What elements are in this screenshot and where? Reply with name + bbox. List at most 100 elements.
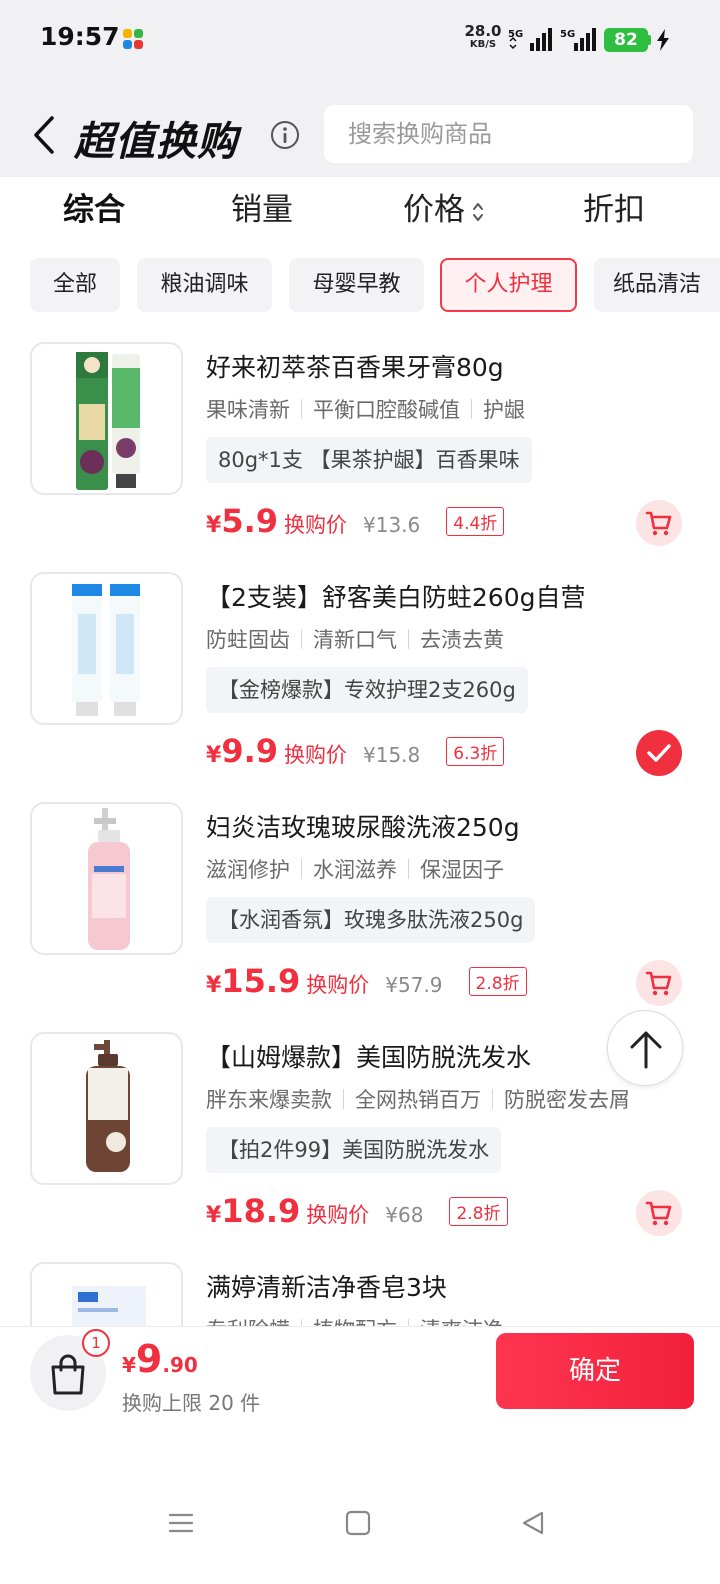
swap-limit-text: 换购上限 20 件 xyxy=(122,1391,261,1415)
sort-tab-sales[interactable]: 销量 xyxy=(224,188,300,232)
app-notification-icon xyxy=(123,29,143,49)
header-area: 19:57 28.0 KB/S 5G 5G 82 超值换购 搜索换购商品 xyxy=(0,0,720,177)
shampoo-bottle-image xyxy=(86,1040,130,1172)
product-tag: 去渍去黄 xyxy=(420,628,504,652)
discount-badge: 2.8折 xyxy=(449,1197,508,1226)
back-arrow-icon[interactable] xyxy=(30,114,60,156)
search-input[interactable] xyxy=(324,105,693,163)
toothpaste-image xyxy=(72,584,140,716)
home-icon[interactable] xyxy=(343,1508,373,1538)
sort-arrows-icon xyxy=(473,202,483,221)
arrow-up-icon xyxy=(630,1031,662,1069)
product-image[interactable] xyxy=(30,1262,183,1326)
system-nav-bar xyxy=(0,1490,720,1560)
product-image[interactable] xyxy=(30,572,183,725)
product-item[interactable]: 妇炎洁玫瑰玻尿酸洗液250g 滋润修护 水润滋养 保湿因子 【水润香氛】玫瑰多肽… xyxy=(0,802,720,1032)
checkout-bar: 1 ¥9.90 换购上限 20 件 确定 xyxy=(0,1326,720,1436)
product-title: 好来初萃茶百香果牙膏80g xyxy=(206,353,504,382)
cart-icon xyxy=(645,971,672,996)
info-icon[interactable] xyxy=(269,119,301,151)
product-image[interactable] xyxy=(30,802,183,955)
selected-check-button[interactable] xyxy=(636,730,682,776)
cart-icon xyxy=(645,1201,672,1226)
soap-box-image xyxy=(72,1286,146,1326)
original-price: ¥13.6 xyxy=(363,513,421,537)
product-tag: 水润滋养 xyxy=(313,858,397,882)
original-price: ¥57.9 xyxy=(385,973,443,997)
product-tag: 防蛀固齿 xyxy=(206,628,290,652)
product-tag: 保湿因子 xyxy=(420,858,504,882)
add-to-cart-button[interactable] xyxy=(636,500,682,546)
sort-tab-discount[interactable]: 折扣 xyxy=(576,188,652,232)
svg-text:5G: 5G xyxy=(560,29,575,40)
product-tag: 清爽洁净 xyxy=(420,1314,504,1326)
category-chip-all[interactable]: 全部 xyxy=(30,258,120,312)
product-tag: 全网热销百万 xyxy=(355,1088,481,1112)
sort-tab-price[interactable]: 价格 xyxy=(396,188,492,232)
discount-badge: 6.3折 xyxy=(446,737,505,766)
sort-tab-price-label: 价格 xyxy=(403,192,465,228)
category-chip-mother-baby[interactable]: 母婴早教 xyxy=(289,258,424,312)
search-box[interactable] xyxy=(324,105,693,163)
category-chip-paper-cleaning[interactable]: 纸品清洁 xyxy=(594,258,720,312)
back-icon[interactable] xyxy=(518,1508,548,1538)
product-tag: 果味清新 xyxy=(206,398,290,422)
product-price-row: ¥ 15.9 换购价 ¥57.9 2.8折 xyxy=(206,962,527,1002)
currency-symbol: ¥ xyxy=(206,1203,222,1228)
category-chip-personal-care[interactable]: 个人护理 xyxy=(440,258,577,312)
product-item[interactable]: 满婷清新洁净香皂3块 专利除螨 植物配方 清爽洁净 xyxy=(0,1262,720,1326)
discount-badge: 2.8折 xyxy=(468,967,527,996)
product-tag: 护龈 xyxy=(483,398,525,422)
page-title: 超值换购 xyxy=(74,119,238,165)
product-spec: 【水润香氛】玫瑰多肽洗液250g xyxy=(206,897,536,943)
swap-price-label: 换购价 xyxy=(306,973,370,997)
product-tag: 清新口气 xyxy=(313,628,397,652)
original-price: ¥68 xyxy=(385,1203,424,1227)
product-title: 满婷清新洁净香皂3块 xyxy=(206,1273,447,1302)
toothpaste-image xyxy=(76,352,140,490)
checkmark-icon xyxy=(647,744,671,762)
product-spec: 【金榜爆款】专效护理2支260g xyxy=(206,667,528,713)
lotion-bottle-image xyxy=(88,808,130,950)
product-price: 15.9 xyxy=(221,962,301,1000)
svg-text:5G: 5G xyxy=(508,29,523,40)
cart-icon xyxy=(645,511,672,536)
product-image[interactable] xyxy=(30,342,183,495)
menu-icon[interactable] xyxy=(166,1508,196,1538)
signal-5g-icon: 5G xyxy=(560,28,596,51)
product-tag: 植物配方 xyxy=(313,1314,397,1326)
back-to-top-button[interactable] xyxy=(607,1010,683,1086)
product-tags: 果味清新 平衡口腔酸碱值 护龈 xyxy=(206,394,525,424)
product-tags: 滋润修护 水润滋养 保湿因子 xyxy=(206,854,504,884)
cart-count-badge: 1 xyxy=(82,1329,110,1357)
product-title: 【山姆爆款】美国防脱洗发水 xyxy=(206,1043,532,1072)
swap-price-label: 换购价 xyxy=(284,743,347,767)
product-title: 妇炎洁玫瑰玻尿酸洗液250g xyxy=(206,813,520,842)
product-item[interactable]: 好来初萃茶百香果牙膏80g 果味清新 平衡口腔酸碱值 护龈 80g*1支 【果茶… xyxy=(0,342,720,572)
product-spec: 【拍2件99】美国防脱洗发水 xyxy=(206,1127,502,1173)
product-price: 9.9 xyxy=(221,732,278,770)
product-tag: 平衡口腔酸碱值 xyxy=(313,398,460,422)
category-chip-grain-oil[interactable]: 粮油调味 xyxy=(137,258,272,312)
confirm-button[interactable]: 确定 xyxy=(496,1333,694,1409)
add-to-cart-button[interactable] xyxy=(636,960,682,1006)
currency-symbol: ¥ xyxy=(206,513,222,538)
product-price-row: ¥ 5.9 换购价 ¥13.6 4.4折 xyxy=(206,502,505,542)
swap-price-label: 换购价 xyxy=(306,1203,370,1227)
product-price-row: ¥ 9.9 换购价 ¥15.8 6.3折 xyxy=(206,732,505,772)
sort-tab-comprehensive[interactable]: 综合 xyxy=(56,188,132,232)
product-item[interactable]: 【2支装】舒客美白防蛀260g自营 防蛀固齿 清新口气 去渍去黄 【金榜爆款】专… xyxy=(0,572,720,802)
status-bar: 19:57 28.0 KB/S 5G 5G 82 xyxy=(0,0,720,80)
currency-symbol: ¥ xyxy=(206,743,222,768)
product-tags: 专利除螨 植物配方 清爽洁净 xyxy=(206,1314,504,1326)
product-tags: 胖东来爆卖款 全网热销百万 防脱密发去屑 xyxy=(206,1084,630,1114)
discount-badge: 4.4折 xyxy=(446,507,505,536)
signal-5g-icon: 5G xyxy=(508,28,552,51)
charging-icon xyxy=(657,29,669,51)
total-price: ¥9.90 xyxy=(122,1337,198,1381)
product-image[interactable] xyxy=(30,1032,183,1185)
battery-indicator: 82 xyxy=(604,28,648,52)
product-tags: 防蛀固齿 清新口气 去渍去黄 xyxy=(206,624,504,654)
add-to-cart-button[interactable] xyxy=(636,1190,682,1236)
original-price: ¥15.8 xyxy=(363,743,421,767)
